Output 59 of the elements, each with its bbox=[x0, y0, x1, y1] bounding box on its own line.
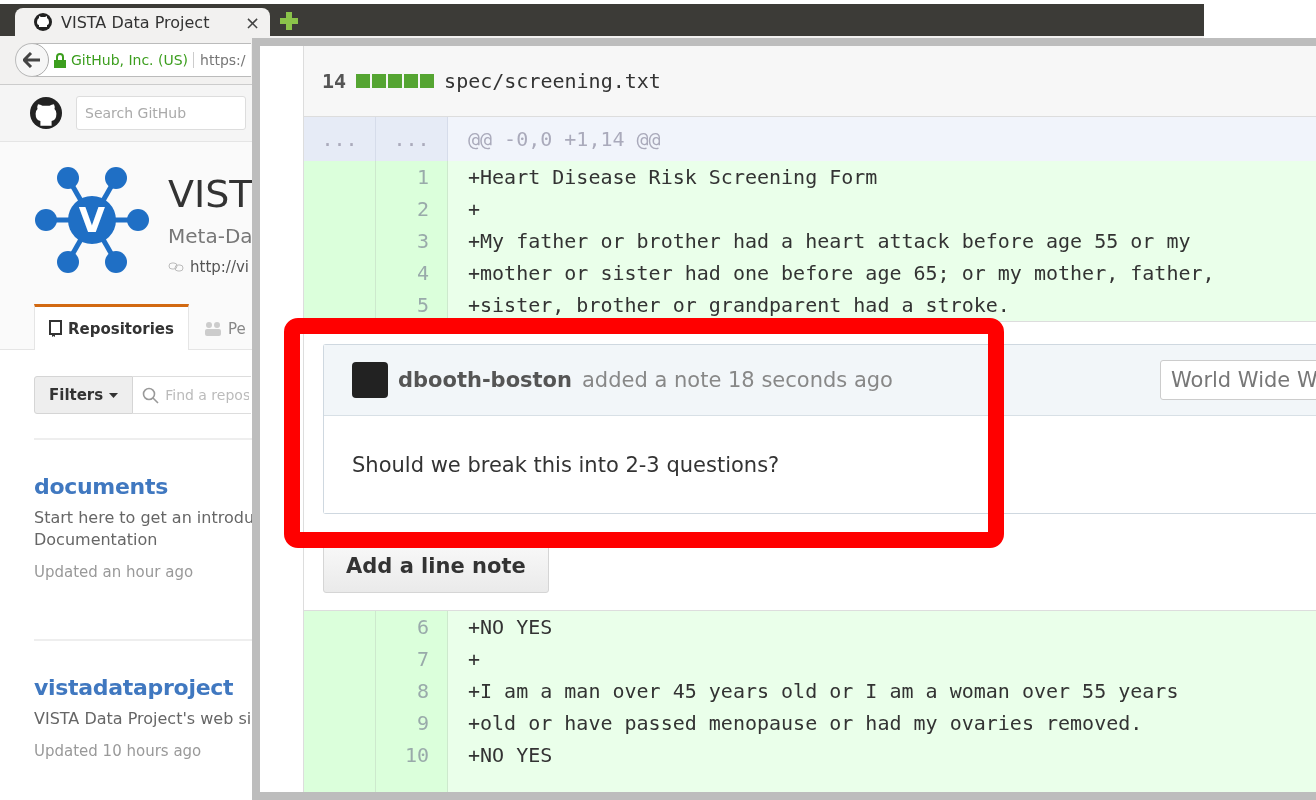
search-field[interactable]: Search GitHub bbox=[76, 96, 246, 130]
line-number: 6 bbox=[376, 611, 448, 643]
code-line: +I am a man over 45 years old or I am a woman over 55 years bbox=[467, 679, 1179, 703]
code-line: + bbox=[467, 197, 481, 221]
people-icon bbox=[203, 320, 222, 337]
updated-time: Updated 10 hours ago bbox=[34, 742, 202, 760]
line-number: 9 bbox=[376, 707, 448, 739]
org-name: VIST bbox=[168, 171, 253, 218]
search-icon bbox=[142, 387, 160, 404]
code-line: +old or have passed menopause or had my ovaries removed. bbox=[467, 711, 1143, 735]
octocat-icon[interactable] bbox=[30, 97, 62, 129]
file-path: spec/screening.txt bbox=[444, 69, 661, 93]
code-line: +mother or sister had one before age 65; or my mother, father, bbox=[467, 261, 1215, 285]
lock-icon bbox=[54, 52, 66, 68]
repository-link[interactable]: vistadataproject bbox=[34, 675, 234, 700]
book-icon bbox=[49, 320, 62, 337]
new-tab-icon[interactable] bbox=[280, 12, 298, 30]
code-line: +My father or brother had a heart attack before age 55 or my bbox=[467, 229, 1191, 253]
site-identity: GitHub, Inc. (US) bbox=[71, 52, 189, 68]
hunk-header: @@ -0,0 +1,14 @@ bbox=[467, 127, 661, 151]
change-count: 14 bbox=[322, 69, 347, 93]
repository-description: Start here to get an introdu Documentation bbox=[34, 507, 255, 551]
org-link[interactable]: http://vi bbox=[190, 258, 249, 276]
org-tab[interactable]: Repositories bbox=[34, 304, 189, 350]
note-meta: added a note 18 seconds ago bbox=[582, 368, 894, 392]
avatar bbox=[352, 362, 388, 398]
org-tab[interactable]: Pe bbox=[188, 304, 247, 350]
back-button[interactable] bbox=[16, 44, 49, 76]
org-description: Meta-Da bbox=[168, 224, 253, 248]
author-link[interactable]: dbooth-boston bbox=[398, 368, 572, 392]
network-logo: V bbox=[34, 166, 150, 274]
updated-time: Updated an hour ago bbox=[34, 563, 194, 581]
browser-tab[interactable]: VISTA Data Project × bbox=[15, 8, 270, 36]
line-number: 1 bbox=[376, 161, 448, 193]
caret-icon bbox=[109, 392, 119, 398]
octocat-icon bbox=[33, 12, 53, 32]
code-line: + bbox=[467, 647, 481, 671]
url-text: https:/ bbox=[193, 52, 246, 68]
address-bar[interactable]: GitHub, Inc. (US) https:/ bbox=[15, 43, 251, 77]
back-arrow-icon bbox=[23, 52, 41, 68]
line-number: 2 bbox=[376, 193, 448, 225]
line-number: 8 bbox=[376, 675, 448, 707]
code-line: +Heart Disease Risk Screening Form bbox=[467, 165, 878, 189]
close-tab-button[interactable]: × bbox=[244, 11, 260, 33]
filters-button[interactable]: Filters bbox=[34, 376, 134, 414]
link-icon bbox=[168, 262, 184, 272]
repository-link[interactable]: documents bbox=[34, 474, 168, 499]
line-number: ... bbox=[304, 117, 376, 161]
code-line: +NO YES bbox=[467, 615, 553, 639]
line-number: 5 bbox=[376, 289, 448, 321]
code-line: +NO YES bbox=[467, 743, 553, 767]
line-number: 3 bbox=[376, 225, 448, 257]
code-line: +sister, brother or grandparent had a stroke. bbox=[467, 293, 1010, 317]
line-number: 4 bbox=[376, 257, 448, 289]
line-number: 10 bbox=[376, 739, 448, 771]
repository-search-field[interactable]: Find a repos bbox=[133, 376, 252, 414]
repository-description: VISTA Data Project's web si bbox=[34, 708, 252, 730]
line-number: ... bbox=[376, 117, 448, 161]
line-number: 7 bbox=[376, 643, 448, 675]
